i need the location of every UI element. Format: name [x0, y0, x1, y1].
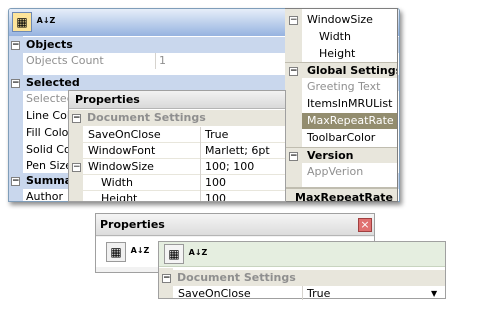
sort-az-icon: A↓Z [36, 16, 56, 25]
categorized-icon: ▦ [110, 245, 122, 259]
collapse-icon[interactable]: − [11, 41, 20, 50]
close-icon: × [360, 218, 370, 231]
category-label: Global Settings [307, 64, 398, 77]
property-value: 100 [205, 176, 226, 189]
column-divider [155, 53, 156, 69]
sort-az-icon: A↓Z [130, 246, 150, 255]
category-label: Selected [26, 76, 80, 89]
overlay-titlebar: Properties [69, 91, 285, 109]
category-label: Summa [26, 174, 73, 187]
height-row[interactable]: Height [302, 46, 397, 62]
close-button[interactable]: × [358, 218, 372, 232]
column-divider [200, 127, 201, 201]
categorized-icon: ▦ [16, 15, 28, 29]
alphabetical-button[interactable]: A↓Z [36, 12, 56, 32]
collapse-icon[interactable]: − [289, 152, 298, 161]
property-value: True [205, 128, 229, 141]
property-value[interactable]: True [307, 286, 330, 302]
toolbar-color-row[interactable]: ToolbarColor [302, 130, 397, 146]
property-name: Pen Size [26, 159, 73, 172]
property-name: WindowSize [307, 13, 373, 26]
description-panel: MaxRepeatRate [285, 187, 397, 202]
property-name: Fill Color [26, 126, 73, 139]
property-name: AppVerion [307, 165, 364, 178]
property-name: Objects Count [26, 54, 104, 67]
property-name: ToolbarColor [307, 131, 376, 144]
width-row[interactable]: Width [302, 29, 397, 45]
category-label: Document Settings [177, 271, 296, 284]
collapse-icon[interactable]: − [11, 177, 20, 186]
category-global-settings[interactable]: − Global Settings [285, 62, 398, 78]
property-name: WindowSize [88, 160, 154, 173]
app-version-row[interactable]: AppVerion [302, 164, 397, 180]
property-name: WindowFont [88, 144, 156, 157]
property-name: Width [319, 30, 351, 43]
dropdown-arrow-icon[interactable]: ▼ [431, 286, 437, 302]
gutter [285, 9, 302, 201]
panel-toolbar: ▦ A↓Z [159, 242, 445, 267]
categorized-button[interactable]: ▦ [106, 242, 126, 262]
alphabetical-button[interactable]: A↓Z [130, 242, 150, 262]
property-name: MaxRepeatRate [307, 114, 394, 127]
categorized-button[interactable]: ▦ [12, 12, 32, 32]
collapse-icon[interactable]: − [72, 114, 81, 123]
window-size-row[interactable]: − WindowSize [285, 12, 397, 28]
bottom-grid-panel: ▦ A↓Z − Document Settings SaveOnClose Tr… [158, 241, 446, 302]
category-label: Version [307, 149, 354, 162]
items-mru-row[interactable]: ItemsInMRUList [302, 96, 397, 112]
right-property-grid: − WindowSize Width Height − Global Setti… [285, 8, 398, 202]
collapse-icon[interactable]: − [289, 67, 298, 76]
property-name: Greeting Text [307, 80, 381, 93]
property-name: Height [319, 47, 356, 60]
property-name: Author [26, 190, 64, 202]
property-value: Marlett; 6pt [205, 144, 270, 157]
category-document-settings[interactable]: − Document Settings [69, 110, 285, 126]
category-version[interactable]: − Version [285, 147, 397, 163]
column-divider [302, 286, 303, 300]
collapse-icon[interactable]: − [289, 16, 298, 25]
property-name: SaveOnClose [178, 287, 251, 300]
description-title: MaxRepeatRate [295, 191, 394, 202]
property-row[interactable]: SaveOnClose True ▼ [173, 286, 445, 302]
property-row[interactable]: − WindowSize 100; 100 [69, 159, 285, 175]
sort-az-icon: A↓Z [188, 248, 208, 257]
collapse-icon[interactable]: − [11, 79, 20, 88]
category-document-settings[interactable]: − Document Settings [159, 270, 445, 286]
overlay-properties-window: Properties − Document Settings SaveOnClo… [68, 90, 286, 202]
category-label: Document Settings [87, 111, 206, 124]
window-title: Properties [100, 218, 165, 231]
property-row[interactable]: SaveOnClose True [83, 127, 285, 143]
alphabetical-button[interactable]: A↓Z [188, 244, 208, 264]
property-name: SaveOnClose [88, 128, 161, 141]
property-row[interactable]: WindowFont Marlett; 6pt [83, 143, 285, 159]
property-name: Width [101, 176, 133, 189]
window-title: Properties [75, 93, 140, 106]
collapse-icon[interactable]: − [162, 274, 171, 283]
property-value: 100; 100 [205, 160, 255, 173]
categorized-icon: ▦ [168, 247, 180, 261]
property-name: Selected [26, 92, 74, 105]
property-name: Height [101, 192, 138, 202]
property-row[interactable]: Height 100 [83, 191, 285, 202]
categorized-button[interactable]: ▦ [164, 244, 184, 264]
category-label: Objects [26, 38, 73, 51]
bottom-titlebar: Properties × [96, 214, 374, 236]
greeting-text-row[interactable]: Greeting Text [302, 79, 397, 95]
max-repeat-rate-row[interactable]: MaxRepeatRate [302, 113, 397, 129]
property-name: ItemsInMRUList [307, 97, 393, 110]
property-value: 1 [159, 54, 166, 67]
collapse-icon[interactable]: − [72, 163, 81, 172]
property-value: 100 [205, 192, 226, 202]
property-row[interactable]: Width 100 [83, 175, 285, 191]
